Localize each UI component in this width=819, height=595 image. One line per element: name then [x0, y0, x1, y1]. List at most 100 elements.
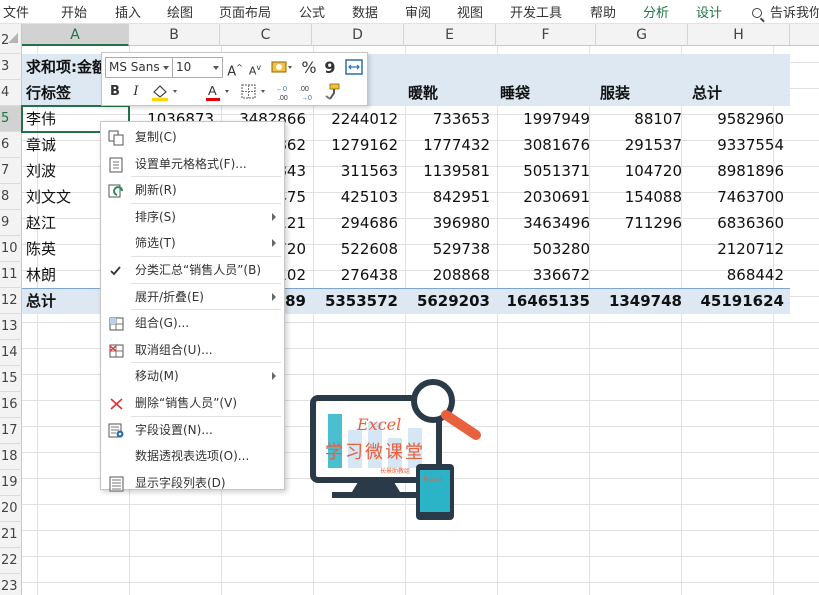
row-header-20[interactable]: 20 — [0, 496, 22, 522]
pivot-value-cell[interactable]: 425103 — [312, 184, 404, 210]
row-header-6[interactable]: 6 — [0, 132, 22, 158]
column-header-c[interactable]: C — [220, 24, 312, 46]
accounting-format-button[interactable] — [268, 58, 294, 78]
row-header-10[interactable]: 10 — [0, 236, 22, 262]
pivot-value-cell[interactable]: 1777432 — [404, 132, 496, 158]
pivot-value-cell[interactable]: 711296 — [596, 210, 688, 236]
ribbon-tab-8[interactable]: 视图 — [457, 2, 483, 21]
row-header-2[interactable]: 2 — [0, 28, 22, 54]
row-header-17[interactable]: 17 — [0, 418, 22, 444]
context-menu-item-1[interactable]: 设置单元格格式(F)... — [101, 151, 284, 177]
pivot-value-cell[interactable]: 842951 — [404, 184, 496, 210]
ribbon-tab-11[interactable]: 分析 — [643, 2, 669, 21]
pivot-col-header-g[interactable]: 服装 — [600, 80, 688, 106]
pivot-grand-total-cell[interactable]: 5629203 — [404, 288, 496, 314]
pivot-value-cell[interactable]: 522608 — [312, 236, 404, 262]
pivot-grand-total-cell[interactable]: 5353572 — [312, 288, 404, 314]
column-header-f[interactable]: F — [496, 24, 596, 46]
context-menu-item-10[interactable]: 展开/折叠(E) — [101, 284, 284, 310]
column-header-e[interactable]: E — [404, 24, 496, 46]
row-header-21[interactable]: 21 — [0, 522, 22, 548]
pivot-value-cell[interactable]: 276438 — [312, 262, 404, 288]
column-header-h[interactable]: H — [688, 24, 790, 46]
row-header-12[interactable]: 12 — [0, 288, 22, 314]
font-size-box[interactable]: 10 — [172, 57, 223, 78]
pivot-value-cell[interactable]: 3081676 — [496, 132, 596, 158]
context-menu-item-0[interactable]: 复制(C) — [101, 124, 284, 150]
context-menu-item-13[interactable]: 取消组合(U)... — [101, 337, 284, 363]
pivot-value-cell[interactable]: 868442 — [688, 262, 790, 288]
context-menu-item-16[interactable]: 删除“销售人员”(V) — [101, 390, 284, 416]
pivot-value-cell[interactable]: 529738 — [404, 236, 496, 262]
row-header-9[interactable]: 9 — [0, 210, 22, 236]
ribbon-tab-4[interactable]: 页面布局 — [219, 2, 271, 21]
row-header-19[interactable]: 19 — [0, 470, 22, 496]
borders-button[interactable] — [239, 82, 269, 102]
pivot-value-cell[interactable]: 291537 — [596, 132, 688, 158]
pivot-value-cell[interactable]: 3463496 — [496, 210, 596, 236]
ribbon-tab-7[interactable]: 审阅 — [405, 2, 431, 21]
pivot-value-cell[interactable]: 9337554 — [688, 132, 790, 158]
pivot-value-cell[interactable]: 9582960 — [688, 106, 790, 132]
pivot-value-cell[interactable]: 5051371 — [496, 158, 596, 184]
row-header-23[interactable]: 23 — [0, 574, 22, 595]
tell-me-search[interactable]: 告诉我你 — [752, 2, 819, 21]
grow-font-button[interactable]: A^ — [226, 58, 244, 79]
ribbon-tab-6[interactable]: 数据 — [352, 2, 378, 21]
ribbon-tab-0[interactable]: 文件 — [3, 2, 29, 21]
row-header-18[interactable]: 18 — [0, 444, 22, 470]
shrink-font-button[interactable]: Av — [246, 58, 264, 78]
pivot-grand-total-cell[interactable]: 45191624 — [688, 288, 790, 314]
row-header-5[interactable]: 5 — [0, 106, 22, 132]
row-header-22[interactable]: 22 — [0, 548, 22, 574]
column-header-a[interactable]: A — [22, 24, 129, 46]
pivot-value-cell[interactable]: 503280 — [496, 236, 596, 262]
context-menu-item-3[interactable]: 刷新(R) — [101, 177, 284, 203]
format-painter-button[interactable] — [321, 82, 341, 102]
pivot-value-cell[interactable]: 8981896 — [688, 158, 790, 184]
context-menu-item-18[interactable]: 字段设置(N)... — [101, 417, 284, 443]
comma-style-button[interactable]: 9 — [323, 58, 337, 78]
ribbon-tab-5[interactable]: 公式 — [299, 2, 325, 21]
italic-button[interactable]: I — [129, 82, 143, 102]
pivot-value-cell[interactable]: 2244012 — [312, 106, 404, 132]
fill-color-button[interactable] — [149, 82, 179, 102]
column-header-g[interactable]: G — [596, 24, 688, 46]
pivot-col-header-total[interactable]: 总计 — [692, 80, 790, 106]
context-menu-item-5[interactable]: 排序(S) — [101, 204, 284, 230]
pivot-col-header-e[interactable]: 暖靴 — [408, 80, 496, 106]
row-header-3[interactable]: 3 — [0, 54, 22, 80]
increase-decimal-button[interactable]: ←0.00 — [275, 82, 295, 102]
pivot-value-cell[interactable]: 6836360 — [688, 210, 790, 236]
pivot-value-cell[interactable]: 311563 — [312, 158, 404, 184]
ribbon-tab-12[interactable]: 设计 — [696, 2, 722, 21]
pivot-value-cell[interactable]: 88107 — [596, 106, 688, 132]
pivot-value-cell[interactable]: 2030691 — [496, 184, 596, 210]
pivot-value-cell[interactable]: 7463700 — [688, 184, 790, 210]
pivot-value-cell[interactable]: 2120712 — [688, 236, 790, 262]
column-header-d[interactable]: D — [312, 24, 404, 46]
font-color-button[interactable]: A — [203, 82, 233, 102]
pivot-value-cell[interactable]: 154088 — [596, 184, 688, 210]
context-menu-item-8[interactable]: 分类汇总“销售人员”(B) — [101, 257, 284, 283]
row-header-13[interactable]: 13 — [0, 314, 22, 340]
pivot-grand-total-cell[interactable]: 1349748 — [596, 288, 688, 314]
pivot-value-cell[interactable]: 336672 — [496, 262, 596, 288]
row-header-16[interactable]: 16 — [0, 392, 22, 418]
context-menu-item-15[interactable]: 移动(M) — [101, 363, 284, 389]
ribbon-tab-9[interactable]: 开发工具 — [510, 2, 562, 21]
context-menu-item-12[interactable]: 组合(G)... — [101, 310, 284, 336]
bold-button[interactable]: B — [108, 82, 122, 102]
ribbon-tab-10[interactable]: 帮助 — [590, 2, 616, 21]
percent-button[interactable]: % — [301, 58, 317, 78]
pivot-value-cell[interactable]: 733653 — [404, 106, 496, 132]
row-header-11[interactable]: 11 — [0, 262, 22, 288]
pivot-col-header-f[interactable]: 睡袋 — [500, 80, 596, 106]
row-header-8[interactable]: 8 — [0, 184, 22, 210]
decrease-decimal-button[interactable]: .00 →0 — [298, 82, 318, 102]
row-header-14[interactable]: 14 — [0, 340, 22, 366]
merge-center-button[interactable] — [345, 58, 363, 78]
font-name-box[interactable]: MS Sans — [105, 57, 173, 78]
ribbon-tab-2[interactable]: 插入 — [115, 2, 141, 21]
ribbon-tab-3[interactable]: 绘图 — [167, 2, 193, 21]
